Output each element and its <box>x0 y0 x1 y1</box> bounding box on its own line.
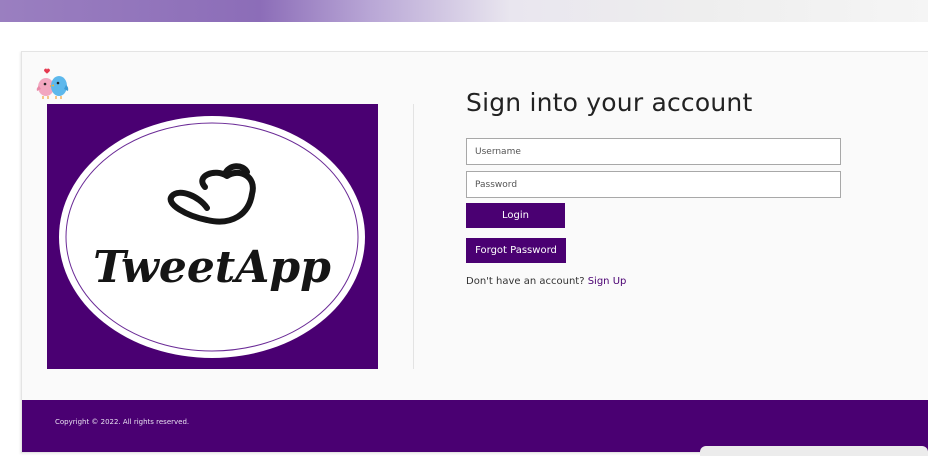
vertical-divider <box>413 104 414 369</box>
hero-logo-graphic: TweetApp <box>59 116 365 358</box>
page-title: Sign into your account <box>466 88 753 117</box>
browser-top-gradient <box>0 0 928 22</box>
copyright-text: Copyright © 2022. All rights reserved. <box>55 418 190 426</box>
login-button[interactable]: Login <box>466 203 565 228</box>
signup-prompt: Don't have an account? Sign Up <box>466 276 626 287</box>
bottom-edge-tab <box>700 446 928 456</box>
love-birds-icon <box>36 68 69 99</box>
signup-link[interactable]: Sign Up <box>588 276 627 287</box>
footer: Copyright © 2022. All rights reserved. <box>22 400 928 452</box>
forgot-password-button[interactable]: Forgot Password <box>466 238 566 263</box>
password-input[interactable] <box>466 171 841 198</box>
hero-brand-text: TweetApp <box>93 242 331 293</box>
username-input[interactable] <box>466 138 841 165</box>
tweetapp-hero-image: TweetApp <box>47 104 378 369</box>
no-account-text: Don't have an account? <box>466 276 585 287</box>
login-card: TweetApp Sign into your account Login Fo… <box>21 51 928 453</box>
